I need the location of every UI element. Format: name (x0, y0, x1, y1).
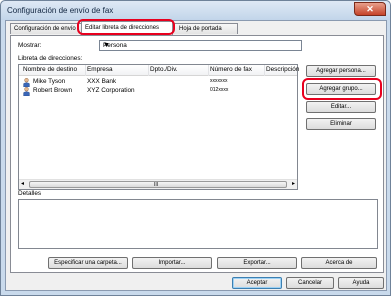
close-button[interactable]: ✕ (354, 2, 386, 16)
table-row[interactable]: Robert Brown XYZ Corporation 012xxxx (19, 87, 297, 96)
libreta-label: Libreta de direcciones: (18, 55, 83, 62)
import-button[interactable]: Importar... (132, 257, 212, 269)
title-bar[interactable]: Configuración de envío de fax ✕ (1, 1, 390, 20)
list-header: Nombre de destino Empresa Dpto./Div. Núm… (19, 65, 299, 76)
export-button[interactable]: Exportar... (217, 257, 297, 269)
scrollbar-thumb[interactable]: III (29, 181, 287, 188)
add-person-button[interactable]: Agregar persona... (306, 65, 376, 77)
table-row[interactable]: Mike Tyson XXX Bank xxxxxxx (19, 78, 297, 87)
scroll-left-icon[interactable]: ◂ (21, 181, 24, 188)
column-header-fax[interactable]: Número de fax (210, 66, 252, 73)
row-company: XXX Bank (87, 78, 117, 85)
horizontal-scrollbar[interactable]: ◂ III ▸ (19, 179, 297, 189)
tab-panel: Mostrar: Persona ▼ Libreta de direccione… (10, 35, 384, 273)
column-header-descripcion[interactable]: Descripción (266, 66, 299, 73)
scrollbar-grip: III (154, 182, 159, 188)
column-divider[interactable] (264, 65, 265, 76)
details-area (18, 199, 378, 249)
help-button[interactable]: Ayuda (338, 277, 384, 289)
tab-configuracion-envio[interactable]: Configuración de envío (10, 23, 82, 34)
window-title: Configuración de envío de fax (7, 6, 114, 15)
mostrar-label: Mostrar: (18, 42, 42, 49)
row-name: Mike Tyson (33, 78, 66, 85)
cancel-button[interactable]: Cancelar (286, 277, 334, 289)
person-icon (23, 87, 30, 96)
column-divider[interactable] (148, 65, 149, 76)
column-header-empresa[interactable]: Empresa (87, 66, 113, 73)
mostrar-dropdown[interactable]: Persona ▼ (99, 40, 302, 51)
ok-button[interactable]: Aceptar (232, 277, 282, 289)
address-list[interactable]: Nombre de destino Empresa Dpto./Div. Núm… (18, 64, 299, 190)
delete-button[interactable]: Eliminar (306, 118, 376, 130)
column-header-dpto[interactable]: Dpto./Div. (150, 66, 178, 73)
add-group-button[interactable]: Agregar grupo... (306, 83, 376, 95)
row-fax: xxxxxxx (210, 78, 228, 84)
person-icon (23, 78, 30, 87)
dialog-window: Configuración de envío de fax ✕ Configur… (0, 0, 391, 296)
about-button[interactable]: Acerca de (301, 257, 377, 269)
row-fax: 012xxxx (210, 87, 229, 93)
column-header-nombre[interactable]: Nombre de destino (23, 66, 77, 73)
dialog-client-area: Configuración de envío Editar libreta de… (5, 19, 387, 291)
tab-hoja-portada[interactable]: Hoja de portada (172, 23, 238, 34)
row-company: XYZ Corporation (87, 87, 135, 94)
specify-folder-button[interactable]: Especificar una carpeta... (48, 257, 128, 269)
edit-button[interactable]: Editar... (306, 101, 376, 113)
column-divider[interactable] (85, 65, 86, 76)
chevron-down-icon: ▼ (103, 42, 110, 49)
row-name: Robert Brown (33, 87, 73, 94)
tab-editar-libreta[interactable]: Editar libreta de direcciones (81, 21, 173, 35)
scroll-right-icon[interactable]: ▸ (292, 181, 295, 188)
column-divider[interactable] (208, 65, 209, 76)
details-label: Detalles (18, 190, 42, 197)
